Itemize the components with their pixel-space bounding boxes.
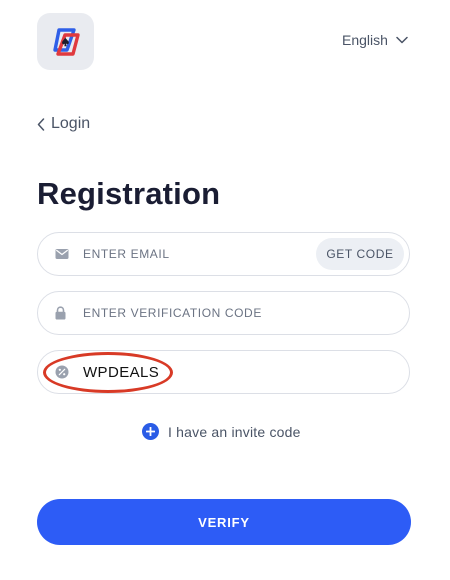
lock-icon: [55, 306, 66, 320]
back-to-login-link[interactable]: Login: [37, 115, 90, 133]
promo-code-field: [37, 350, 410, 394]
registration-screen: English Login Registration GET CODE: [0, 0, 450, 580]
chevron-left-icon: [37, 117, 45, 131]
page-title: Registration: [37, 176, 221, 211]
back-label: Login: [51, 115, 91, 132]
app-logo: [37, 13, 94, 70]
invite-code-toggle[interactable]: I have an invite code: [142, 423, 301, 440]
get-code-button[interactable]: GET CODE: [316, 238, 404, 270]
percent-badge-icon: [55, 365, 69, 379]
verification-code-input[interactable]: [83, 292, 343, 334]
email-field: GET CODE: [37, 232, 410, 276]
verification-code-field: [37, 291, 410, 335]
email-input[interactable]: [83, 233, 343, 275]
card-spade-logo-icon: [52, 27, 80, 56]
promo-code-input[interactable]: [83, 351, 343, 393]
language-label: English: [342, 32, 388, 48]
plus-circle-icon: [142, 423, 159, 440]
chevron-down-icon: [396, 36, 408, 44]
verify-button[interactable]: VERIFY: [37, 499, 411, 545]
language-selector[interactable]: English: [342, 32, 408, 48]
envelope-icon: [55, 249, 69, 260]
invite-code-label: I have an invite code: [168, 423, 301, 440]
